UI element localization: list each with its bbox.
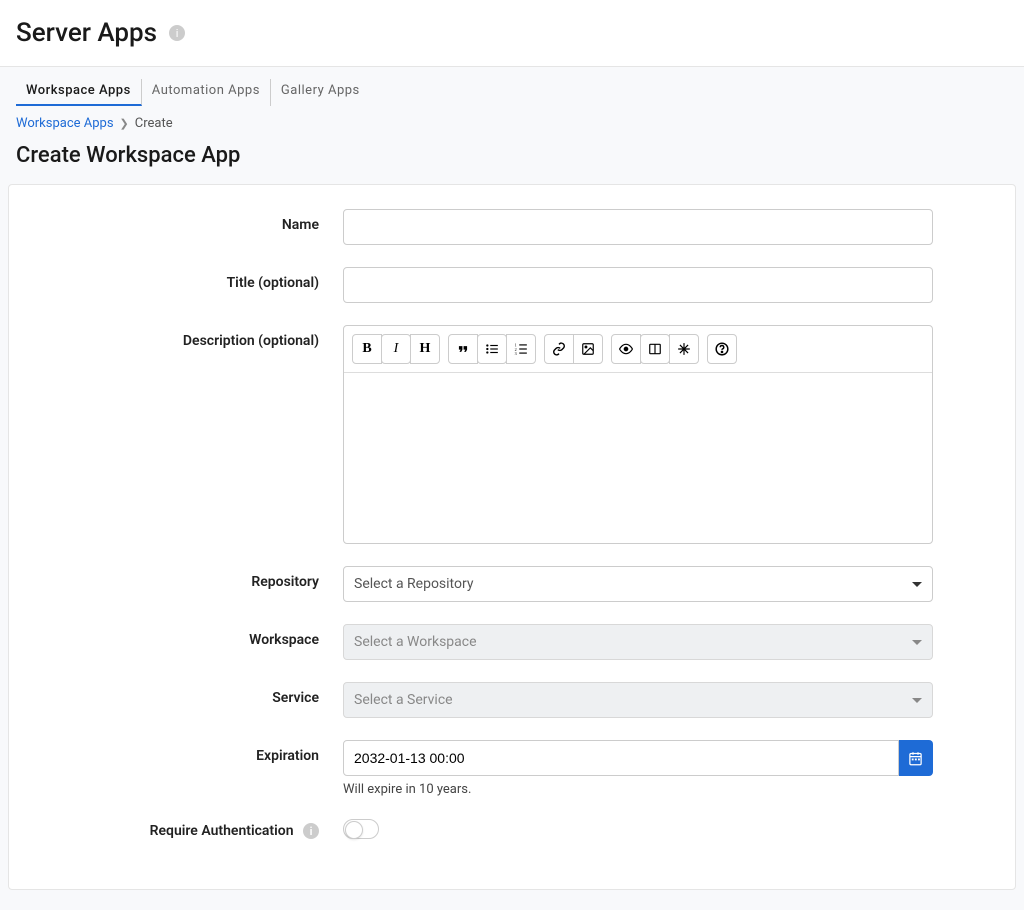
row-expiration: Expiration Will expire in 10 years.	[33, 740, 991, 797]
workspace-select[interactable]: Select a Workspace	[343, 624, 933, 660]
title-input[interactable]	[343, 267, 933, 303]
name-input[interactable]	[343, 209, 933, 245]
page-title: Server Apps	[16, 18, 157, 48]
help-icon[interactable]	[707, 334, 737, 364]
tabs: Workspace Apps Automation Apps Gallery A…	[8, 67, 1016, 106]
expiration-input[interactable]	[343, 740, 899, 776]
label-name: Name	[33, 209, 343, 233]
svg-text:3: 3	[515, 351, 517, 356]
service-placeholder: Select a Service	[354, 692, 453, 708]
breadcrumb: Workspace Apps ❯ Create	[8, 106, 1016, 135]
row-workspace: Workspace Select a Workspace	[33, 624, 991, 660]
label-title: Title (optional)	[33, 267, 343, 291]
side-by-side-icon[interactable]	[640, 334, 670, 364]
fullscreen-icon[interactable]	[669, 334, 699, 364]
heading-icon[interactable]: H	[410, 334, 440, 364]
label-repository: Repository	[33, 566, 343, 590]
image-icon[interactable]	[573, 334, 603, 364]
repository-select[interactable]: Select a Repository	[343, 566, 933, 602]
link-icon[interactable]	[544, 334, 574, 364]
row-name: Name	[33, 209, 991, 245]
breadcrumb-current: Create	[135, 116, 173, 131]
bold-icon[interactable]: B	[352, 334, 382, 364]
editor-toolbar: B I H 123	[344, 326, 932, 373]
repository-placeholder: Select a Repository	[354, 576, 473, 592]
breadcrumb-root-link[interactable]: Workspace Apps	[16, 116, 114, 131]
require-auth-toggle[interactable]	[343, 819, 379, 839]
label-service: Service	[33, 682, 343, 706]
description-textarea[interactable]	[344, 373, 932, 543]
page-header: Server Apps i	[0, 0, 1024, 67]
quote-icon[interactable]	[448, 334, 478, 364]
italic-icon[interactable]: I	[381, 334, 411, 364]
row-service: Service Select a Service	[33, 682, 991, 718]
section-title: Create Workspace App	[8, 135, 1016, 184]
calendar-button[interactable]	[899, 740, 933, 776]
unordered-list-icon[interactable]	[477, 334, 507, 364]
caret-down-icon	[912, 640, 922, 645]
chevron-right-icon: ❯	[120, 117, 129, 130]
workspace-placeholder: Select a Workspace	[354, 634, 477, 650]
caret-down-icon	[912, 582, 922, 587]
label-description: Description (optional)	[33, 325, 343, 349]
form-card: Name Title (optional) Description (optio…	[8, 184, 1016, 890]
info-icon[interactable]: i	[169, 25, 185, 41]
ordered-list-icon[interactable]: 123	[506, 334, 536, 364]
expiration-helper: Will expire in 10 years.	[343, 782, 933, 797]
description-editor: B I H 123	[343, 325, 933, 544]
row-description: Description (optional) B I H 123	[33, 325, 991, 544]
require-auth-label-text: Require Authentication	[150, 823, 294, 839]
preview-icon[interactable]	[611, 334, 641, 364]
row-require-auth: Require Authentication i	[33, 819, 991, 843]
tab-automation-apps[interactable]: Automation Apps	[142, 79, 271, 106]
content: Workspace Apps Automation Apps Gallery A…	[0, 67, 1024, 910]
info-icon[interactable]: i	[303, 823, 319, 839]
row-repository: Repository Select a Repository	[33, 566, 991, 602]
label-require-auth: Require Authentication i	[33, 823, 343, 839]
caret-down-icon	[912, 698, 922, 703]
label-expiration: Expiration	[33, 740, 343, 764]
label-workspace: Workspace	[33, 624, 343, 648]
row-title: Title (optional)	[33, 267, 991, 303]
service-select[interactable]: Select a Service	[343, 682, 933, 718]
tab-workspace-apps[interactable]: Workspace Apps	[16, 79, 142, 106]
calendar-icon	[908, 751, 923, 766]
tab-gallery-apps[interactable]: Gallery Apps	[271, 79, 370, 106]
